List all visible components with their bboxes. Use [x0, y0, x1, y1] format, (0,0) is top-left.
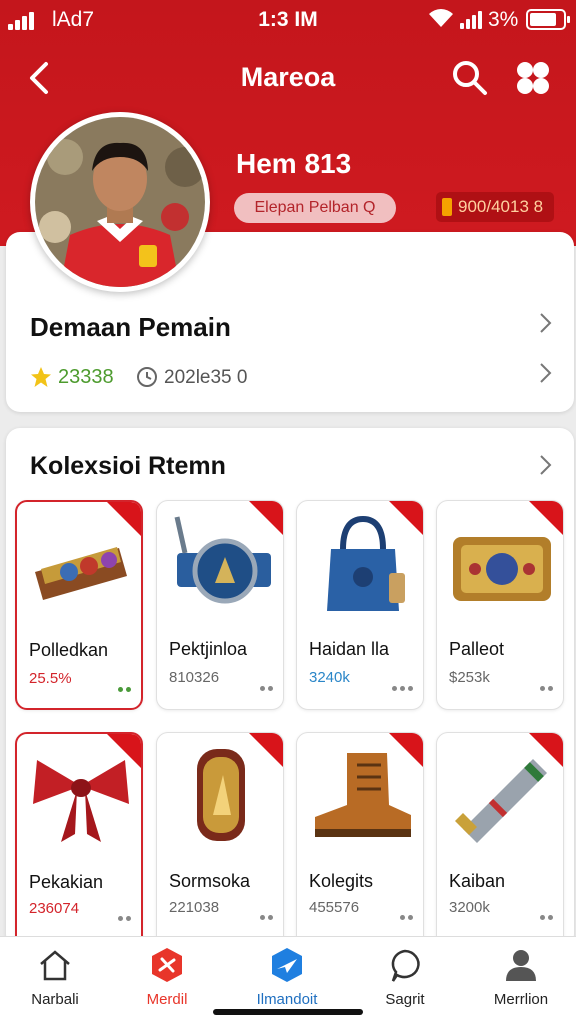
wifi-icon — [429, 9, 453, 27]
position-badge[interactable]: Elepan Pelban Q — [234, 193, 396, 223]
tab-label: Narbali — [31, 991, 79, 1008]
player-photo — [35, 117, 205, 287]
tab-label: Merdil — [146, 991, 188, 1008]
value-badge: 900/4013 8 — [436, 192, 554, 222]
position-badge-label: Elepan Pelban Q — [254, 199, 376, 216]
tab-ilmandoit[interactable]: Ilmandoit — [232, 947, 342, 1017]
collection-title: Kolexsioi Rtemn — [30, 452, 226, 480]
home-icon — [40, 950, 70, 981]
tab-sagrit[interactable]: Sagrit — [350, 947, 460, 1017]
collection-item[interactable]: Kolegits 455576 — [296, 732, 424, 948]
collection-item[interactable]: Pektjinloa 810326 — [156, 500, 284, 710]
boot-icon — [315, 753, 411, 837]
more-dots-icon[interactable] — [118, 687, 131, 692]
time-value: 202le35 0 — [164, 367, 248, 388]
cross-icon — [152, 948, 182, 982]
value-badge-label: 900/4013 8 — [458, 197, 544, 216]
wallet-icon — [453, 537, 551, 601]
scroll-icon — [455, 759, 547, 843]
coin-icon — [442, 198, 452, 216]
player-name: Hem 813 — [236, 148, 352, 179]
battery-level — [530, 13, 556, 26]
info-title: Demaan Pemain — [30, 312, 231, 342]
battery-icon — [526, 9, 570, 30]
chevron-right-icon[interactable] — [538, 312, 552, 334]
item-price: $253k — [449, 669, 490, 686]
item-name: Pektjinloa — [169, 639, 248, 659]
collection-item[interactable]: Pekakian 236074 — [15, 732, 143, 948]
clock-icon — [137, 367, 157, 387]
battery-percent: 3% — [488, 8, 519, 31]
tab-label: Merrlion — [493, 991, 549, 1008]
collection-item[interactable]: Sormsoka 221038 — [156, 732, 284, 948]
more-dots-icon[interactable] — [260, 686, 273, 691]
item-name: Pekakian — [29, 872, 104, 892]
send-icon — [272, 948, 302, 982]
signal-bars-icon — [460, 11, 482, 29]
collection-card: Kolexsioi Rtemn Polledkan 25.5% Pektjinl… — [6, 428, 574, 948]
chevron-right-icon[interactable] — [538, 362, 552, 384]
collection-item[interactable]: Polledkan 25.5% — [15, 500, 143, 710]
search-icon[interactable] — [450, 58, 490, 98]
menu-grid-icon[interactable] — [514, 60, 552, 96]
item-price: 221038 — [169, 899, 220, 916]
handbag-icon — [327, 515, 405, 611]
tab-label: Sagrit — [385, 991, 425, 1008]
item-name: Sormsoka — [169, 871, 251, 891]
item-price: 3240k — [309, 669, 350, 686]
home-indicator — [213, 1009, 363, 1015]
bow-icon — [33, 760, 129, 842]
tab-label: Ilmandoit — [256, 991, 318, 1008]
player-avatar[interactable] — [30, 112, 210, 292]
star-icon — [31, 367, 51, 387]
item-name: Kaiban — [449, 871, 506, 891]
item-price: 3200k — [449, 899, 490, 916]
more-dots-icon[interactable] — [540, 686, 553, 691]
chevron-right-icon[interactable] — [538, 454, 552, 476]
watch-icon — [174, 516, 271, 604]
more-dots-icon[interactable] — [400, 915, 413, 920]
chat-icon — [391, 949, 420, 982]
item-name: Kolegits — [309, 871, 374, 891]
person-icon — [506, 950, 536, 981]
item-price: 236074 — [29, 900, 80, 917]
item-price: 25.5% — [29, 670, 72, 687]
collection-item[interactable]: Palleot $253k — [436, 500, 564, 710]
more-dots-icon[interactable] — [260, 915, 273, 920]
more-dots-icon[interactable] — [118, 916, 131, 921]
tab-home[interactable]: Narbali — [0, 947, 110, 1017]
collection-item[interactable]: Kaiban 3200k — [436, 732, 564, 948]
item-price: 455576 — [309, 899, 360, 916]
rating-value: 23338 — [58, 366, 114, 388]
item-name: Haidan lla — [309, 639, 390, 659]
more-dots-icon[interactable] — [540, 915, 553, 920]
collection-item[interactable]: Haidan lla 3240k — [296, 500, 424, 710]
tab-merdil[interactable]: Merdil — [112, 947, 222, 1017]
item-price: 810326 — [169, 669, 220, 686]
belt-pouch-icon — [35, 547, 127, 600]
medal-icon — [197, 749, 245, 841]
more-dots-icon[interactable] — [392, 686, 413, 691]
status-bar: lAd7 1:3 IM 3% — [0, 0, 576, 40]
tab-merrlion[interactable]: Merrlion — [466, 947, 576, 1017]
item-name: Polledkan — [29, 640, 109, 660]
item-name: Palleot — [449, 639, 505, 659]
